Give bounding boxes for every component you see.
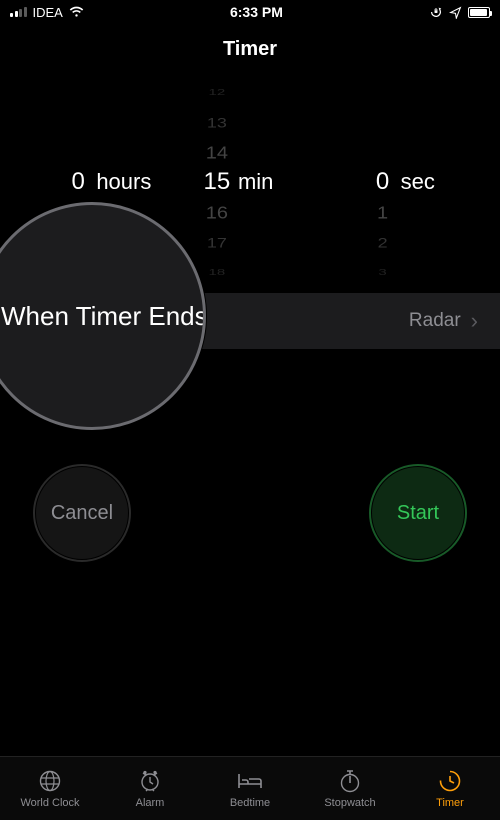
tab-label: Bedtime <box>230 797 270 809</box>
start-label: Start <box>397 502 439 525</box>
tab-bedtime[interactable]: Bedtime <box>200 757 300 820</box>
minutes-wheel[interactable]: 14 13 12 15 min 16 17 18 <box>175 87 326 277</box>
alarm-clock-icon <box>137 769 163 793</box>
bed-icon <box>237 769 263 793</box>
tab-world-clock[interactable]: World Clock <box>0 757 100 820</box>
hours-selected: 0 <box>72 168 85 196</box>
cancel-label: Cancel <box>51 502 113 525</box>
seconds-unit: sec <box>401 169 435 195</box>
wifi-icon <box>69 6 84 18</box>
location-icon <box>449 6 462 19</box>
seconds-selected: 0 <box>376 168 389 196</box>
tab-bar: World Clock Alarm Bedtime Stopwatch Time… <box>0 756 500 820</box>
stopwatch-icon <box>337 769 363 793</box>
tab-label: Alarm <box>136 797 165 809</box>
minutes-unit: min <box>238 169 273 195</box>
status-time: 6:33 PM <box>230 4 283 20</box>
minutes-selected: 15 <box>203 168 230 196</box>
magnifier-text: When Timer Ends <box>1 301 206 332</box>
hours-unit: hours <box>96 169 151 195</box>
chevron-right-icon: › <box>471 308 478 334</box>
start-button[interactable]: Start <box>372 467 464 559</box>
cancel-button[interactable]: Cancel <box>36 467 128 559</box>
tab-timer[interactable]: Timer <box>400 757 500 820</box>
tab-label: Stopwatch <box>324 797 375 809</box>
orientation-lock-icon <box>429 5 443 19</box>
timer-icon <box>437 769 463 793</box>
carrier-label: IDEA <box>33 5 63 20</box>
tab-stopwatch[interactable]: Stopwatch <box>300 757 400 820</box>
battery-icon <box>468 7 490 18</box>
tab-label: World Clock <box>20 797 79 809</box>
tab-alarm[interactable]: Alarm <box>100 757 200 820</box>
when-timer-ends-value: Radar <box>409 310 461 332</box>
globe-icon <box>37 769 63 793</box>
page-title: Timer <box>0 24 500 87</box>
status-bar: IDEA 6:33 PM <box>0 0 500 24</box>
tab-label: Timer <box>436 797 464 809</box>
signal-strength-icon <box>10 7 27 17</box>
seconds-wheel[interactable]: 0 sec 1 2 3 <box>325 87 476 277</box>
